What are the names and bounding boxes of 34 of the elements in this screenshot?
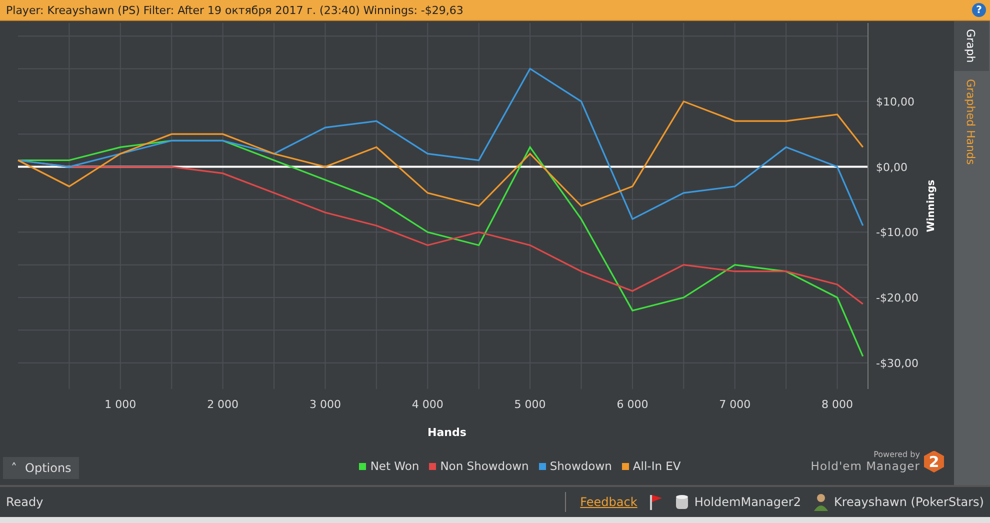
x-axis-label: Hands xyxy=(426,426,468,439)
side-tab[interactable]: Graph xyxy=(954,21,989,71)
legend-label: All-In EV xyxy=(632,459,681,473)
side-tab[interactable]: Graphed Hands xyxy=(954,70,989,172)
player-name: Kreayshawn (PokerStars) xyxy=(834,495,984,509)
y-tick-label: -$10,00 xyxy=(876,226,918,240)
feedback-link[interactable]: Feedback xyxy=(580,495,638,509)
database-icon xyxy=(675,494,690,510)
brand-name: Hold'em Manager xyxy=(810,459,920,473)
legend-label: Net Won xyxy=(370,459,420,473)
powered-by-text: Powered by xyxy=(874,450,920,459)
x-tick-label: 4 000 xyxy=(412,398,444,411)
version-badge: 2 xyxy=(924,450,944,472)
x-tick-label: 7 000 xyxy=(719,398,751,411)
x-tick-label: 1 000 xyxy=(104,398,136,411)
x-tick-label: 3 000 xyxy=(309,398,341,411)
person-icon xyxy=(812,493,829,511)
flag-icon[interactable] xyxy=(649,494,664,510)
y-tick-label: -$30,00 xyxy=(876,356,918,370)
y-tick-label: -$20,00 xyxy=(876,292,918,304)
y-tick-label: $10,00 xyxy=(876,95,914,108)
options-button[interactable]: ˄ Options xyxy=(3,457,80,479)
help-icon[interactable]: ? xyxy=(972,3,986,17)
x-tick-label: 6 000 xyxy=(616,398,648,411)
x-tick-label: 8 000 xyxy=(822,398,854,411)
legend-label: Non Showdown xyxy=(440,459,529,473)
y-tick-label: $0,00 xyxy=(876,160,908,174)
x-tick-label: 2 000 xyxy=(207,398,239,411)
filter-summary: Player: Kreayshawn (PS) Filter: After 19 октября 2017 г. (23:40) Winnings: -$29,63 xyxy=(6,4,464,16)
x-tick-label: 5 000 xyxy=(514,398,546,411)
legend-label: Showdown xyxy=(550,459,612,473)
y-axis-label: Winnings xyxy=(926,180,937,232)
status-text: Ready xyxy=(6,495,44,509)
database-name: HoldemManager2 xyxy=(694,495,801,509)
